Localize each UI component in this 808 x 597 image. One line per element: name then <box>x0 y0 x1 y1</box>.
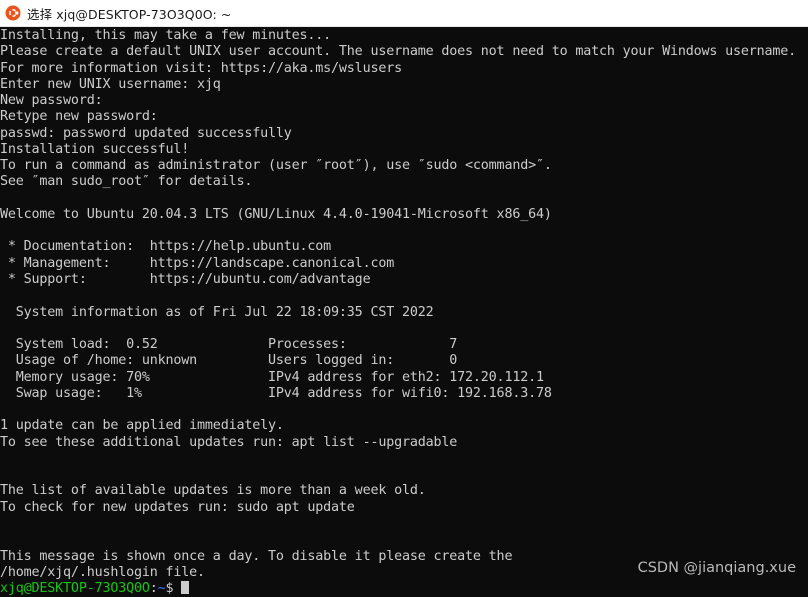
window-title-text: 选择 xjq@DESKTOP-73O3Q0O: ~ <box>27 6 232 22</box>
prompt-symbol: $ <box>165 581 182 597</box>
terminal-line: * Management: https://landscape.canonica… <box>0 255 395 271</box>
terminal-line: * Documentation: https://help.ubuntu.com <box>0 239 332 255</box>
terminal-line: To see these additional updates run: apt… <box>0 434 458 450</box>
terminal-line: This message is shown once a day. To dis… <box>0 548 513 564</box>
terminal-line: 1 update can be applied immediately. <box>0 418 284 434</box>
prompt-path: ~ <box>157 581 166 597</box>
terminal-line: To check for new updates run: sudo apt u… <box>0 499 355 515</box>
terminal-line: New password: <box>0 93 103 109</box>
terminal-line: Memory usage: 70% IPv4 address for eth2:… <box>0 369 544 385</box>
terminal-line: Please create a default UNIX user accoun… <box>0 44 797 60</box>
terminal-line: Installation successful! <box>0 141 190 157</box>
terminal-line: Usage of /home: unknown Users logged in:… <box>0 353 458 369</box>
terminal-line: Swap usage: 1% IPv4 address for wifi0: 1… <box>0 385 552 401</box>
terminal-line: System load: 0.52 Processes: 7 <box>0 337 458 353</box>
window-titlebar[interactable]: 选择 xjq@DESKTOP-73O3Q0O: ~ <box>0 0 808 27</box>
terminal-line: To run a command as administrator (user … <box>0 158 552 174</box>
terminal-screen[interactable]: Installing, this may take a few minutes.… <box>0 27 808 597</box>
terminal-line: Retype new password: <box>0 109 158 125</box>
terminal-line: The list of available updates is more th… <box>0 483 426 499</box>
terminal-line: /home/xjq/.hushlogin file. <box>0 564 205 580</box>
block-cursor <box>181 581 190 595</box>
terminal-line: * Support: https://ubuntu.com/advantage <box>0 271 371 287</box>
ubuntu-logo-icon <box>5 5 21 21</box>
terminal-line: See ″man sudo_root″ for details. <box>0 174 253 190</box>
terminal-prompt-line[interactable]: xjq@DESKTOP-73O3Q0O:~$ <box>0 581 796 597</box>
terminal-output: Installing, this may take a few minutes.… <box>0 28 796 597</box>
terminal-line: For more information visit: https://aka.… <box>0 60 402 76</box>
terminal-line: System information as of Fri Jul 22 18:0… <box>0 304 434 320</box>
terminal-line: passwd: password updated successfully <box>0 125 292 141</box>
terminal-line: Welcome to Ubuntu 20.04.3 LTS (GNU/Linux… <box>0 206 552 222</box>
terminal-line: Enter new UNIX username: xjq <box>0 76 221 92</box>
prompt-user-host: xjq@DESKTOP-73O3Q0O <box>0 581 150 597</box>
terminal-line: Installing, this may take a few minutes.… <box>0 28 332 43</box>
prompt-separator: : <box>149 581 158 597</box>
terminal-window: 选择 xjq@DESKTOP-73O3Q0O: ~ Installing, th… <box>0 0 808 597</box>
